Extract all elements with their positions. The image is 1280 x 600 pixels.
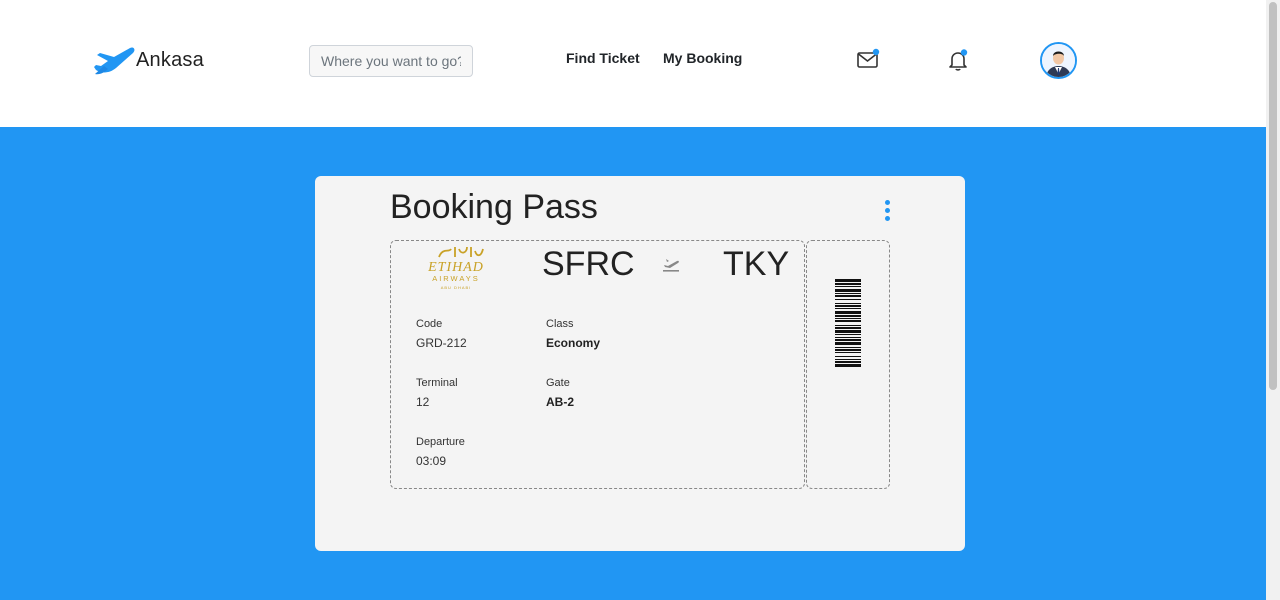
code-value: GRD-212 [416,336,467,350]
gate-value: AB-2 [546,395,575,409]
gate-field: Gate AB-2 [546,377,574,409]
terminal-field: Terminal 12 [416,377,458,409]
more-options-icon[interactable] [883,200,891,226]
barcode-icon [835,279,861,367]
class-label: Class [546,318,574,330]
scrollbar[interactable] [1266,0,1280,600]
class-field: Class Economy [546,318,600,350]
plane-icon [94,47,135,75]
search-input[interactable] [309,45,473,77]
bell-icon[interactable] [946,48,970,72]
gate-label: Gate [546,377,570,389]
mail-icon[interactable] [856,48,880,72]
page-title: Booking Pass [390,188,598,226]
code-field: Code GRD-212 [416,318,467,350]
brand-name: Ankasa [136,48,204,71]
nav-find-ticket[interactable]: Find Ticket [566,50,640,66]
destination-code: TKY [723,245,790,283]
terminal-value: 12 [416,395,430,409]
code-label: Code [416,318,443,330]
plane-takeoff-icon [663,259,679,272]
terminal-label: Terminal [416,377,458,389]
origin-code: SFRC [542,245,635,283]
avatar-portrait-icon [1042,44,1075,77]
top-navbar: Ankasa Find Ticket My Booking [0,0,1266,127]
departure-field: Departure 03:09 [416,436,465,468]
svg-text:ETIHAD: ETIHAD [427,260,484,275]
departure-label: Departure [416,436,465,448]
brand-logo[interactable]: Ankasa [92,44,204,76]
svg-text:ABU DHABI: ABU DHABI [441,285,472,290]
booking-pass-card: Booking Pass ETIHAD AIRWAYS ABU DHABI SF… [315,176,965,551]
ticket-stub [806,240,890,489]
user-avatar[interactable] [1040,42,1077,79]
class-value: Economy [546,336,601,350]
etihad-airways-logo: ETIHAD AIRWAYS ABU DHABI [427,246,484,290]
svg-text:AIRWAYS: AIRWAYS [432,274,480,283]
ticket-main: ETIHAD AIRWAYS ABU DHABI SFRC TKY Code G… [390,240,805,489]
nav-my-booking[interactable]: My Booking [663,50,742,66]
scrollbar-thumb[interactable] [1269,2,1277,390]
departure-value: 03:09 [416,454,447,468]
